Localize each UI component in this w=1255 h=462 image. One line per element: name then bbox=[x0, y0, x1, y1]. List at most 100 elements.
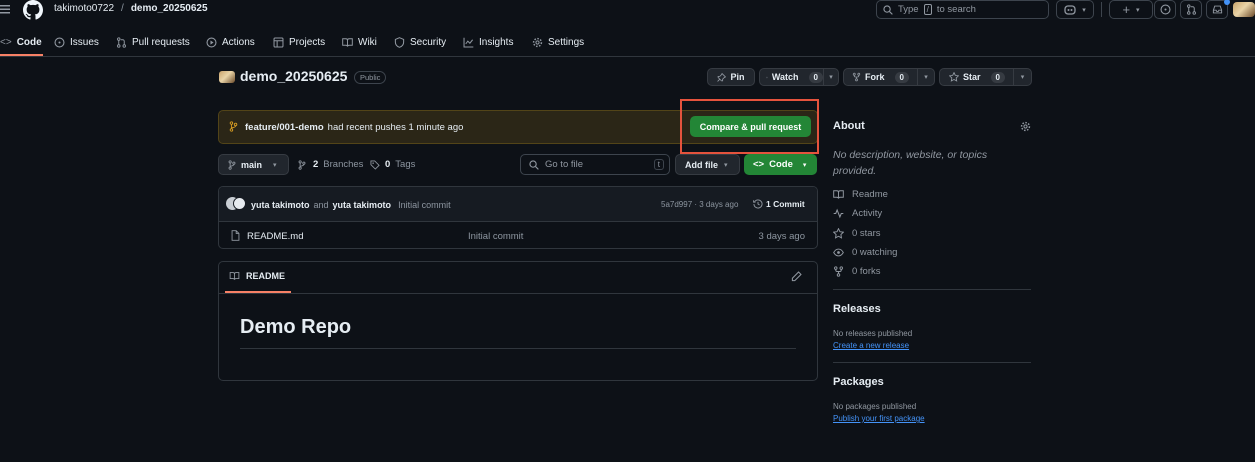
repo-name[interactable]: demo_20250625 bbox=[240, 68, 347, 84]
code-button[interactable]: <> Code ▾ bbox=[744, 154, 817, 175]
tags-label: Tags bbox=[395, 159, 416, 170]
star-icon bbox=[949, 72, 959, 82]
breadcrumb-owner[interactable]: takimoto0722 bbox=[54, 3, 114, 14]
copilot-button[interactable]: ▾ bbox=[1056, 0, 1094, 19]
code-icon: <> bbox=[753, 159, 765, 170]
tab-pull-requests[interactable]: Pull requests bbox=[116, 35, 190, 49]
about-readme-label: Readme bbox=[852, 189, 888, 200]
fork-icon bbox=[834, 266, 843, 277]
about-title: About bbox=[833, 120, 865, 132]
commit-author[interactable]: yuta takimoto bbox=[251, 200, 310, 210]
breadcrumb-repo[interactable]: demo_20250625 bbox=[131, 3, 208, 14]
add-file-button[interactable]: Add file ▾ bbox=[675, 154, 740, 175]
publish-package-link[interactable]: Publish your first package bbox=[833, 414, 925, 423]
branch-selector[interactable]: main ▾ bbox=[218, 154, 289, 175]
commit-author[interactable]: yuta takimoto bbox=[333, 200, 392, 210]
sidebar-divider bbox=[833, 289, 1031, 290]
pin-label: Pin bbox=[730, 72, 745, 82]
star-button[interactable]: Star 0 ▾ bbox=[939, 68, 1032, 86]
pull-request-icon bbox=[117, 36, 126, 48]
readme-header-divider bbox=[219, 293, 817, 294]
watch-button[interactable]: Watch 0 ▾ bbox=[759, 68, 839, 86]
about-readme-link[interactable]: Readme bbox=[833, 189, 888, 200]
watch-label: Watch bbox=[771, 72, 799, 82]
avatar[interactable] bbox=[1233, 2, 1255, 17]
search-icon bbox=[883, 4, 893, 15]
tab-wiki[interactable]: Wiki bbox=[342, 35, 377, 49]
tab-insights[interactable]: Insights bbox=[463, 35, 513, 49]
branch-name: main bbox=[241, 159, 263, 170]
banner-message: had recent pushes 1 minute ago bbox=[327, 122, 464, 133]
hamburger-menu-icon[interactable] bbox=[0, 3, 10, 15]
chevron-down-icon: ▾ bbox=[724, 161, 728, 169]
tab-settings[interactable]: Settings bbox=[532, 35, 584, 49]
go-to-file-placeholder: Go to file bbox=[545, 159, 584, 170]
file-name[interactable]: README.md bbox=[247, 231, 303, 242]
about-watching-link[interactable]: 0 watching bbox=[833, 247, 897, 258]
chevron-down-icon[interactable]: ▾ bbox=[918, 73, 934, 81]
code-label: Code bbox=[769, 159, 793, 170]
search-input[interactable]: Type / to search bbox=[876, 0, 1049, 19]
readme-tab[interactable]: README bbox=[229, 271, 285, 281]
commit-message[interactable]: Initial commit bbox=[398, 200, 451, 210]
star-label: Star bbox=[963, 72, 981, 82]
about-watching-label: 0 watching bbox=[852, 247, 898, 258]
banner-branch[interactable]: feature/001-demo bbox=[245, 122, 324, 133]
pulse-icon bbox=[833, 208, 844, 219]
about-activity-link[interactable]: Activity bbox=[833, 208, 882, 219]
edit-pencil-icon[interactable] bbox=[791, 271, 802, 282]
tab-security[interactable]: Security bbox=[394, 35, 446, 49]
tab-issues[interactable]: Issues bbox=[54, 35, 99, 49]
branch-icon bbox=[298, 159, 306, 170]
tab-actions[interactable]: Actions bbox=[206, 35, 255, 49]
star-icon bbox=[833, 228, 844, 239]
inbox-button[interactable] bbox=[1206, 0, 1230, 19]
releases-title[interactable]: Releases bbox=[833, 303, 881, 315]
github-logo-icon[interactable] bbox=[23, 0, 43, 20]
plus-icon: + bbox=[1122, 2, 1131, 17]
book-icon bbox=[229, 272, 240, 280]
about-stars-link[interactable]: 0 stars bbox=[833, 228, 881, 239]
tab-code[interactable]: <> Code bbox=[0, 35, 42, 49]
issues-button[interactable] bbox=[1154, 0, 1176, 19]
branch-icon bbox=[228, 159, 236, 170]
tab-projects[interactable]: Projects bbox=[273, 35, 325, 49]
commits-link[interactable]: 1 Commit bbox=[753, 199, 805, 209]
packages-title[interactable]: Packages bbox=[833, 376, 884, 388]
about-forks-link[interactable]: 0 forks bbox=[833, 266, 881, 277]
commit-and: and bbox=[313, 200, 329, 210]
go-to-file-input[interactable]: Go to file t bbox=[520, 154, 670, 175]
tags-link[interactable]: 0 Tags bbox=[370, 159, 415, 170]
divider bbox=[1101, 2, 1102, 17]
about-forks-label: 0 forks bbox=[852, 266, 881, 277]
history-icon bbox=[753, 199, 763, 209]
breadcrumb-separator: / bbox=[121, 3, 124, 14]
tab-label: Pull requests bbox=[132, 36, 190, 48]
file-time: 3 days ago bbox=[758, 231, 805, 242]
repo-avatar bbox=[219, 71, 235, 83]
gear-icon[interactable] bbox=[1020, 121, 1031, 132]
tab-label: Issues bbox=[70, 36, 99, 48]
about-activity-label: Activity bbox=[852, 208, 883, 219]
pin-button[interactable]: Pin bbox=[707, 68, 755, 86]
file-commit-message[interactable]: Initial commit bbox=[468, 231, 523, 242]
create-release-link[interactable]: Create a new release bbox=[833, 341, 909, 350]
search-prefix: Type bbox=[898, 4, 919, 15]
create-new-button[interactable]: + ▾ bbox=[1109, 0, 1153, 19]
tab-label: Settings bbox=[548, 36, 585, 48]
chevron-down-icon[interactable]: ▾ bbox=[824, 73, 838, 81]
chevron-down-icon: ▾ bbox=[273, 161, 277, 169]
chevron-down-icon: ▾ bbox=[1082, 6, 1086, 14]
issue-icon bbox=[54, 36, 65, 48]
commit-hash-time[interactable]: 5a7d997 · 3 days ago bbox=[661, 200, 738, 209]
fork-button[interactable]: Fork 0 ▾ bbox=[843, 68, 935, 86]
go-to-file-key-hint: t bbox=[653, 159, 664, 170]
branches-link[interactable]: 2 Branches bbox=[298, 159, 363, 170]
fork-count: 0 bbox=[894, 71, 909, 83]
table-row[interactable]: README.md Initial commit 3 days ago bbox=[219, 222, 817, 248]
gear-icon bbox=[532, 37, 543, 47]
header-divider bbox=[0, 56, 1255, 57]
pull-requests-button[interactable] bbox=[1180, 0, 1202, 19]
tab-label: Wiki bbox=[358, 36, 377, 48]
chevron-down-icon[interactable]: ▾ bbox=[1014, 73, 1031, 81]
